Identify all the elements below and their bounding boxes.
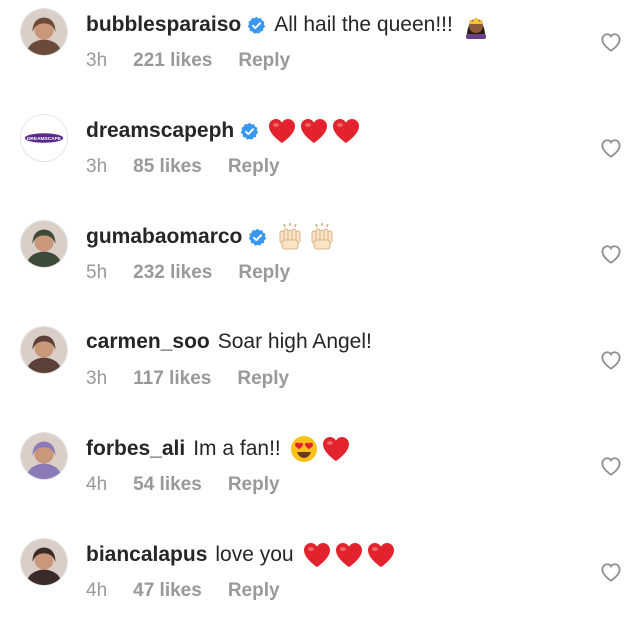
timestamp: 4h — [86, 474, 108, 495]
comment-line: gumabaomarco — [86, 222, 337, 252]
comment-item: biancalapus love you 4h 47 likes Reply — [0, 530, 640, 636]
emoji-group — [302, 540, 396, 570]
comment-line: forbes_ali Im a fan!! — [86, 434, 351, 464]
username-link[interactable]: carmen_soo — [86, 328, 210, 356]
timestamp: 3h — [86, 368, 108, 389]
timestamp: 5h — [86, 262, 108, 283]
comment-text: All hail the queen!!! — [274, 13, 453, 36]
raising-hands-emoji — [275, 222, 305, 252]
timestamp: 3h — [86, 156, 108, 177]
like-heart-icon[interactable] — [600, 138, 622, 158]
comment-meta: 3h 221 likes Reply — [86, 50, 316, 72]
comment-text: Soar high Angel! — [217, 330, 372, 353]
red-heart-emoji — [366, 540, 396, 570]
like-heart-icon[interactable] — [600, 32, 622, 52]
comment-item: bubblesparaiso All hail the queen!!! 3h 221… — [0, 0, 640, 106]
red-heart-emoji — [299, 116, 329, 146]
like-heart-icon[interactable] — [600, 244, 622, 264]
heart-eyes-emoji — [289, 434, 319, 464]
comment-line: carmen_soo Soar high Angel! — [86, 328, 372, 356]
raising-hands-emoji — [307, 222, 337, 252]
username-link[interactable]: forbes_ali — [86, 435, 185, 463]
timestamp: 3h — [86, 50, 108, 71]
comment-meta: 5h 232 likes Reply — [86, 262, 316, 284]
red-heart-emoji — [267, 116, 297, 146]
timestamp: 4h — [86, 580, 108, 601]
comment-item: gumabaomarco 5h 232 likes Reply — [0, 212, 640, 318]
red-heart-emoji — [334, 540, 364, 570]
reply-button[interactable]: Reply — [238, 50, 290, 71]
likes-count-link[interactable]: 85 likes — [133, 156, 202, 177]
comment-meta: 3h 85 likes Reply — [86, 156, 306, 178]
username-link[interactable]: gumabaomarco — [86, 223, 242, 251]
verified-badge-icon — [240, 122, 259, 141]
comment-item: forbes_ali Im a fan!! 4h 54 likes Reply — [0, 424, 640, 530]
comment-meta: 3h 117 likes Reply — [86, 368, 315, 390]
comment-item: carmen_soo Soar high Angel! 3h 117 likes Rep… — [0, 318, 640, 424]
avatar[interactable] — [20, 432, 68, 480]
likes-count-link[interactable]: 232 likes — [133, 262, 212, 283]
username-link[interactable]: bubblesparaiso — [86, 11, 241, 39]
comment-text: Im a fan!! — [193, 437, 281, 460]
comment-meta: 4h 54 likes Reply — [86, 474, 306, 496]
comment-text: love you — [215, 543, 294, 566]
red-heart-emoji — [302, 540, 332, 570]
avatar[interactable] — [20, 538, 68, 586]
reply-button[interactable]: Reply — [238, 262, 290, 283]
comment-line: bubblesparaiso All hail the queen!!! — [86, 10, 491, 40]
likes-count-link[interactable]: 47 likes — [133, 580, 202, 601]
reply-button[interactable]: Reply — [228, 156, 280, 177]
avatar[interactable]: DREAMSCAPE — [20, 114, 68, 162]
comment-line: biancalapus love you — [86, 540, 396, 570]
likes-count-link[interactable]: 54 likes — [133, 474, 202, 495]
likes-count-link[interactable]: 221 likes — [133, 50, 212, 71]
like-heart-icon[interactable] — [600, 562, 622, 582]
emoji-group — [461, 10, 491, 40]
avatar[interactable] — [20, 326, 68, 374]
emoji-group — [267, 116, 361, 146]
reply-button[interactable]: Reply — [237, 368, 289, 389]
verified-badge-icon — [247, 16, 266, 35]
woman-crown-emoji — [461, 10, 491, 40]
red-heart-emoji — [331, 116, 361, 146]
like-heart-icon[interactable] — [600, 456, 622, 476]
avatar-logo-text: DREAMSCAPE — [27, 136, 61, 142]
comment-line: dreamscapeph — [86, 116, 361, 146]
verified-badge-icon — [248, 228, 267, 247]
like-heart-icon[interactable] — [600, 350, 622, 370]
comment-item: DREAMSCAPE dreamscapeph 3h 85 likes Reply — [0, 106, 640, 212]
likes-count-link[interactable]: 117 likes — [133, 368, 211, 389]
reply-button[interactable]: Reply — [228, 580, 280, 601]
emoji-group — [275, 222, 337, 252]
emoji-group — [289, 434, 351, 464]
comment-meta: 4h 47 likes Reply — [86, 580, 306, 602]
avatar[interactable] — [20, 220, 68, 268]
username-link[interactable]: dreamscapeph — [86, 117, 234, 145]
red-heart-emoji — [321, 434, 351, 464]
username-link[interactable]: biancalapus — [86, 541, 207, 569]
avatar[interactable] — [20, 8, 68, 56]
reply-button[interactable]: Reply — [228, 474, 280, 495]
